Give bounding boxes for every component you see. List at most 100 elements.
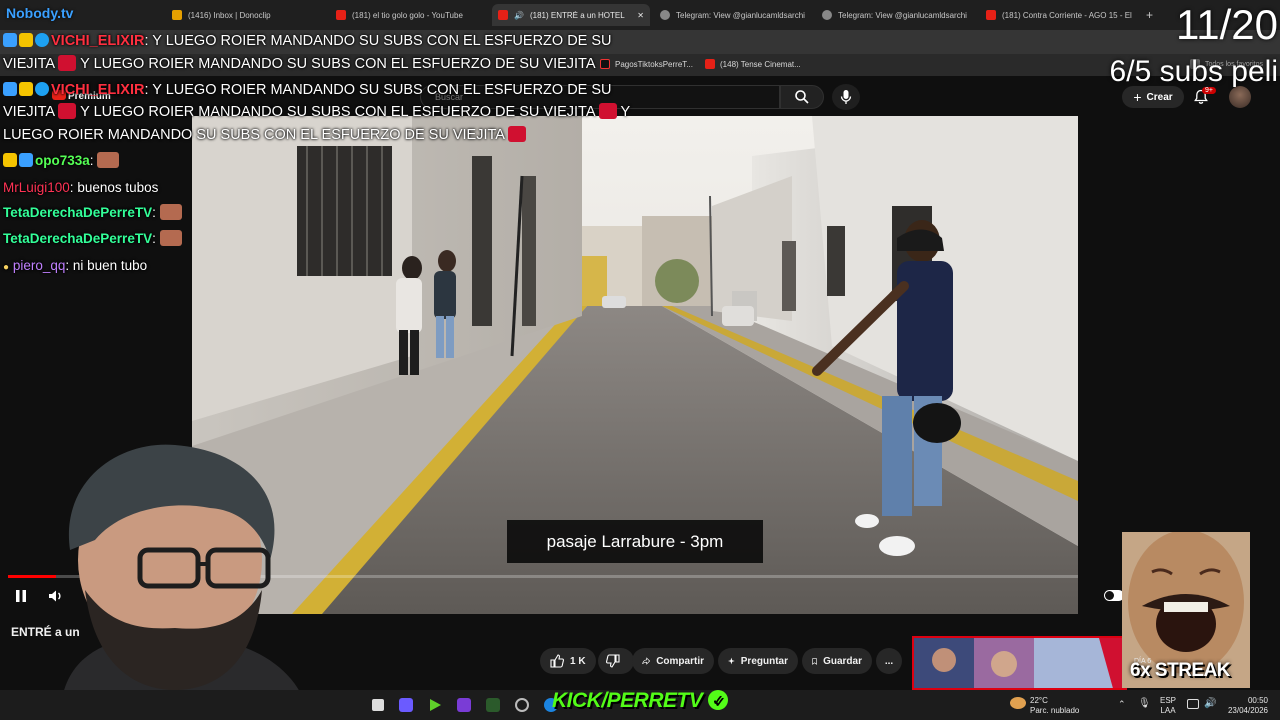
save-label: Guardar [823, 655, 862, 667]
chat-text: ni buen tubo [72, 258, 148, 273]
share-button[interactable]: Compartir [632, 648, 714, 674]
tab-telegram-2[interactable]: Telegram: View @gianlucamldsarchi [822, 4, 972, 26]
chat-text: Y LUEGO ROIER MANDANDO SU SUBS CON EL ES… [152, 33, 612, 49]
donoclip-icon [172, 10, 182, 20]
toggle-knob [1105, 591, 1114, 600]
speaker-tray-icon[interactable]: 🔊 [1204, 698, 1216, 709]
language-indicator[interactable]: ESP LAA [1160, 696, 1176, 716]
clock-date: 23/04/2026 [1227, 706, 1268, 715]
chat-username: piero_qq [12, 258, 66, 273]
like-count: 1 K [570, 655, 586, 667]
microphone-icon [840, 90, 852, 104]
thumbs-up-icon [550, 654, 564, 668]
badge-icon [35, 33, 49, 47]
chat-text: LUEGO ROIER MANDANDO SU SUBS CON EL ESFU… [3, 127, 505, 143]
counter-overlay: 11/20 [1176, 1, 1278, 48]
autoplay-toggle[interactable] [1104, 590, 1124, 601]
play-app-icon[interactable] [428, 698, 442, 712]
tab-youtube-hotel[interactable]: 🔊 (181) ENTRÉ a un HOTEL TEN ✕ [492, 4, 650, 26]
clock[interactable]: 00:50 23/04/2026 [1226, 696, 1268, 716]
share-label: Compartir [656, 655, 704, 667]
webcam-feed [60, 444, 310, 720]
emote-icon [58, 55, 77, 71]
nobody-tv-label: Nobody.tv [6, 5, 73, 21]
voice-search-button[interactable] [832, 84, 860, 110]
tab-donoclip[interactable]: (1416) Inbox | Donoclip [172, 4, 322, 26]
subs-goal-overlay: 6/5 subs peli [1109, 55, 1278, 88]
thumbs-down-icon [606, 654, 620, 668]
weather-icon [1010, 697, 1026, 709]
badge-icon [19, 82, 33, 96]
more-icon: ... [884, 655, 894, 667]
video-caption: pasaje Larrabure - 3pm [507, 520, 763, 563]
plus-icon: + [1133, 89, 1142, 105]
youtube-icon [498, 10, 508, 20]
network-icon[interactable] [1187, 699, 1199, 709]
globe-icon [822, 10, 832, 20]
search-button[interactable] [780, 85, 824, 109]
tab-label: Nobody.tv [6, 5, 74, 21]
app-icon[interactable] [457, 698, 471, 712]
chat-username: opo733a [35, 153, 90, 168]
close-tab-icon[interactable]: ✕ [637, 11, 644, 20]
streak-label: 6x STREAK [1130, 660, 1231, 681]
chat-text: buenos tubos [77, 180, 159, 195]
kick-text: KICK/PERRETV [552, 689, 703, 712]
tab-contra-corriente[interactable]: (181) Contra Corriente - AGO 15 - El [986, 4, 1136, 26]
bookmark-icon [812, 657, 817, 665]
chat-username: TetaDerechaDePerreTV [3, 205, 153, 220]
calculator-icon[interactable] [399, 698, 413, 712]
bookmark-tense[interactable]: (148) Tense Cinemat... [705, 59, 801, 69]
search-icon [795, 90, 809, 104]
new-tab-button[interactable]: + [1146, 4, 1160, 26]
tab-label: (181) el tio golo golo - YouTube [352, 10, 463, 20]
bookmark-label: PagosTiktoksPerreT... [615, 59, 693, 69]
emote-icon [598, 103, 617, 119]
streamer-webcam [0, 440, 380, 720]
play-icon [430, 699, 441, 711]
lang-bottom: LAA [1160, 706, 1176, 715]
chevron-up-icon[interactable]: ⌃ [1118, 699, 1126, 710]
bookmark-pagos[interactable]: PagosTiktoksPerreT... [600, 59, 693, 69]
dislike-button[interactable] [598, 648, 634, 674]
create-button[interactable]: + Crear [1122, 86, 1184, 108]
chat-text: Y LUEGO ROIER MANDANDO SU SUBS CON EL ES… [152, 82, 612, 98]
like-button[interactable]: 1 K [540, 648, 596, 674]
verified-check-icon: ✓ [707, 690, 728, 710]
ask-button[interactable]: Preguntar [718, 648, 798, 674]
badge-icon [19, 153, 33, 167]
chat-message: VICHI_ELIXIR: Y LUEGO ROIER MANDANDO SU … [3, 79, 612, 101]
save-button[interactable]: Guardar [802, 648, 872, 674]
weather-widget[interactable]: 22°C Parc. nublado [1030, 696, 1079, 716]
app-icon[interactable] [372, 699, 384, 711]
badge-icon [35, 82, 49, 96]
thumbnail-image [914, 638, 1125, 688]
microphone-tray-icon[interactable]: 🎙 [1138, 698, 1151, 709]
avatar[interactable] [1229, 86, 1251, 108]
emote-icon [159, 230, 182, 246]
chrome-icon[interactable] [515, 698, 529, 712]
tab-youtube-golo[interactable]: (181) el tio golo golo - YouTube [336, 4, 486, 26]
more-actions-button[interactable]: ... [876, 648, 902, 674]
globe-icon [660, 10, 670, 20]
chat-message: VICHI_ELIXIR: Y LUEGO ROIER MANDANDO SU … [3, 30, 612, 52]
chat-username: TetaDerechaDePerreTV [3, 231, 153, 246]
create-label: Crear [1146, 91, 1173, 103]
chat-message: VIEJITA Y LUEGO ROIER MANDANDO SU SUBS C… [3, 53, 596, 75]
bookmark-label: (148) Tense Cinemat... [720, 59, 801, 69]
crown-icon [3, 153, 17, 167]
chat-message: TetaDerechaDePerreTV: [3, 228, 182, 250]
chat-message: opo733a: [3, 150, 120, 172]
chat-message: VIEJITA Y LUEGO ROIER MANDANDO SU SUBS C… [3, 101, 630, 123]
tab-telegram-1[interactable]: Telegram: View @gianlucamldsarchi [660, 4, 810, 26]
plus-icon: + [1146, 8, 1154, 22]
emote-icon [58, 103, 77, 119]
terminal-icon[interactable] [486, 698, 500, 712]
chat-username: MrLuigi100 [3, 180, 70, 195]
share-icon [642, 657, 651, 665]
chat-text: VIEJITA [3, 56, 55, 72]
ask-label: Preguntar [740, 655, 788, 667]
chat-text: VIEJITA [3, 104, 55, 120]
weather-desc: Parc. nublado [1030, 706, 1080, 715]
chat-text: Y LUEGO ROIER MANDANDO SU SUBS CON EL ES… [80, 104, 595, 120]
